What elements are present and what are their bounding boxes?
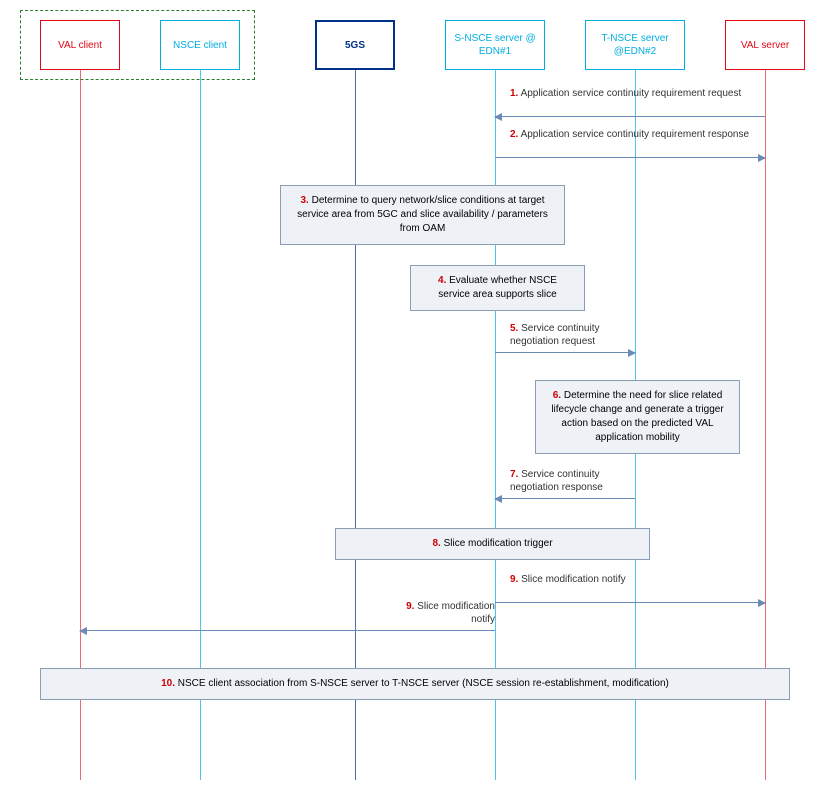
participant-nsce-client: NSCE client [160,20,240,70]
participant-label: VAL client [58,39,102,52]
msg9a-label: 9. Slice modification notify [510,573,655,586]
msg2-arrow [495,157,765,158]
participant-label: 5GS [345,39,365,52]
note3-box: 3. Determine to query network/slice cond… [280,185,565,245]
msg9b-label: 9. Slice modification notify [380,600,495,626]
msg9b-arrow [80,630,495,631]
note8-box: 8. Slice modification trigger [335,528,650,560]
msg1-label: 1. Application service continuity requir… [510,87,800,100]
note4-box: 4. Evaluate whether NSCE service area su… [410,265,585,311]
participant-label: S-NSCE server @ EDN#1 [446,32,544,58]
participant-label: NSCE client [173,39,227,52]
note10-box: 10. NSCE client association from S-NSCE … [40,668,790,700]
msg7-label: 7. Service continuity negotiation respon… [510,468,645,494]
note6-box: 6. Determine the need for slice related … [535,380,740,454]
participant-5gs: 5GS [315,20,395,70]
msg2-label: 2. Application service continuity requir… [510,128,800,141]
participant-label: VAL server [741,39,789,52]
participant-val-server: VAL server [725,20,805,70]
msg9a-arrow [495,602,765,603]
msg7-arrow [495,498,635,499]
msg5-label: 5. Service continuity negotiation reques… [510,322,645,348]
participant-val-client: VAL client [40,20,120,70]
participant-s-nsce-server: S-NSCE server @ EDN#1 [445,20,545,70]
participant-label: T-NSCE server @EDN#2 [586,32,684,58]
participant-t-nsce-server: T-NSCE server @EDN#2 [585,20,685,70]
msg5-arrow [495,352,635,353]
msg1-arrow [495,116,765,117]
